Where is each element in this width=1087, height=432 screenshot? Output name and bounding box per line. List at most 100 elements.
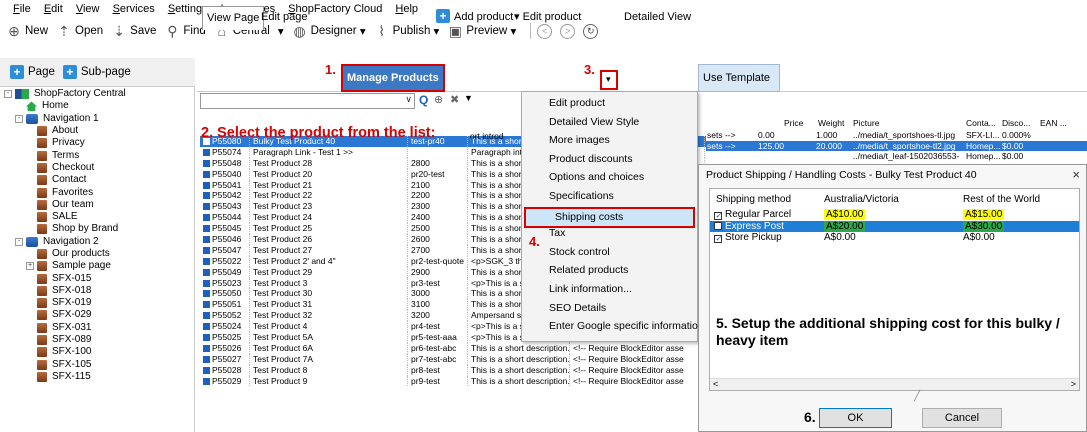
table-row[interactable]: P55029 Test Product 9 pr9-test This is a sh… [200,375,706,387]
cell-id: P55028 [200,364,250,376]
tree-item[interactable]: About [0,125,195,137]
new-button[interactable]: ⊕ New [6,23,48,39]
cost-au[interactable]: A$20.00 [824,220,866,232]
menu-help[interactable]: Help [390,0,423,15]
tree-item[interactable]: Contact [0,174,195,186]
add-product-button[interactable]: + Add product [432,6,517,30]
tree-item[interactable]: Favorites [0,186,195,198]
cost-row[interactable]: A$30.00 [963,220,1005,232]
ok-button[interactable]: OK [819,408,892,428]
menu-file[interactable]: File [8,0,36,15]
table-row[interactable]: P55026 Test Product 6A pr6-test-abc This is… [200,342,706,354]
menu-item[interactable]: Enter Google specific information [549,320,704,332]
tree-item[interactable]: SFX-105 [0,359,195,371]
tree-item[interactable]: - Navigation 2 [0,236,195,248]
menu-item[interactable]: Options and choices [549,171,644,183]
tree-item[interactable]: + Sample page [0,260,195,272]
shipping-row[interactable]: Express Post A$20.00 A$30.00 [710,220,1079,232]
menu-item[interactable]: Edit product [549,97,605,109]
menu-item[interactable]: SEO Details [549,302,606,314]
horizontal-scrollbar[interactable]: < > [710,378,1079,390]
tab-view-page[interactable]: View Page [202,6,265,30]
tree-item[interactable]: SFX-089 [0,334,195,346]
table-row[interactable]: P55027 Test Product 7A pr7-test-abc This is… [200,353,706,365]
tree-item[interactable]: Checkout [0,162,195,174]
table-row[interactable]: sets --> 0.00 1.000 ../media/t_sportshoes-t… [706,130,1087,141]
edit-product-button[interactable]: ▾ Edit product [510,6,585,30]
publish-button[interactable]: ⌇ Publish ▾ [374,23,439,39]
table-row[interactable]: sets --> 125.00 20.000 ../media/t_sportshoe… [706,140,1087,151]
cost-row[interactable]: A$15.00 [963,209,1005,220]
tree-item-label: Navigation 2 [43,235,99,247]
tab-manage-products[interactable]: Manage Products [341,64,445,92]
save-button[interactable]: ⇣ Save [111,23,156,39]
tree-item[interactable]: Privacy [0,137,195,149]
tree-item[interactable]: - Navigation 1 [0,113,195,125]
scroll-left-icon[interactable]: < [713,379,718,389]
checkbox[interactable]: ✓ [714,235,722,243]
open-button[interactable]: ⇡ Open [56,23,103,39]
menu-item[interactable]: Shipping costs [555,211,623,223]
chevron-down-icon[interactable]: ▼ [464,93,473,103]
expand-icon[interactable]: + [26,262,34,271]
tree-item[interactable]: SFX-029 [0,309,195,321]
cancel-button[interactable]: Cancel [922,408,1002,428]
tab-edit-page[interactable]: Edit page [257,6,311,30]
use-template-button[interactable]: Use Template [698,64,780,92]
menu-item[interactable]: Specifications [549,190,614,202]
cost-au[interactable]: A$10.00 [824,209,866,220]
page-toolbar: + Page + Sub-page [0,58,195,87]
clear-icon[interactable]: ✖ [450,93,459,106]
menu-item[interactable]: Product discounts [549,153,632,165]
tree-item[interactable]: SALE [0,211,195,223]
tree-item[interactable]: Our team [0,199,195,211]
tree-item[interactable]: SFX-018 [0,285,195,297]
checkbox[interactable] [714,221,722,230]
page-icon [37,212,47,223]
menu-item[interactable]: Stock control [549,246,610,258]
menu-edit[interactable]: Edit [39,0,68,15]
zoom-icon[interactable]: ⊕ [434,93,443,106]
table-row[interactable]: P55028 Test Product 8 pr8-test This is a sh… [200,364,706,376]
tree-item[interactable]: SFX-100 [0,346,195,358]
table-row[interactable]: ../media/t_leaf-1502036553- Homep... $0.00 [706,151,1087,162]
menu-item[interactable]: Tax [549,227,565,239]
cell-desc: This is a short description. [468,342,570,354]
shipping-row[interactable]: ✓ Regular Parcel A$10.00 A$15.00 [710,209,1079,220]
find-button[interactable]: ⚲ Find [164,23,206,39]
tree-item-label: Our team [52,198,94,210]
add-subpage-button[interactable]: + Sub-page [62,65,131,79]
menu-view[interactable]: View [71,0,105,15]
menu-item[interactable]: Related products [549,264,628,276]
collapse-icon[interactable]: - [15,114,23,123]
tree-item[interactable]: - ShopFactory Central [0,88,195,100]
tree-item[interactable]: Our products [0,248,195,260]
search-input[interactable]: ∨ [200,93,415,109]
scroll-right-icon[interactable]: > [1071,379,1076,389]
refresh-icon[interactable]: ↻ [583,23,599,39]
shipping-method: Express Post [714,221,784,232]
tree-item[interactable]: SFX-031 [0,322,195,334]
menu-services[interactable]: Services [108,0,160,15]
search-icon[interactable]: Q [419,93,428,107]
shipping-row[interactable]: ✓ Store Pickup A$0.00 A$0.00 [710,232,1079,243]
menu-item[interactable]: Detailed View Style [549,116,639,128]
tree-item[interactable]: SFX-019 [0,297,195,309]
menu-item[interactable]: Link information... [549,283,632,295]
detailed-view-button[interactable]: Detailed View [620,6,695,30]
tree-item[interactable]: Terms [0,149,195,161]
tree-item[interactable]: Shop by Brand [0,223,195,235]
tree-item[interactable]: Home [0,100,195,112]
tree-item[interactable]: SFX-015 [0,272,195,284]
checkbox[interactable]: ✓ [714,212,722,220]
dropdown-highlight[interactable]: ▾ [600,70,618,90]
tree-item-label: Checkout [52,161,95,173]
close-icon[interactable]: × [1072,167,1080,182]
cost-row[interactable]: A$0.00 [963,232,995,243]
tree-item[interactable]: SFX-115 [0,371,195,383]
collapse-icon[interactable]: - [4,90,12,99]
collapse-icon[interactable]: - [15,237,23,246]
menu-item[interactable]: More images [549,134,610,146]
add-page-button[interactable]: + Page [10,65,55,79]
cost-au[interactable]: A$0.00 [824,232,856,243]
